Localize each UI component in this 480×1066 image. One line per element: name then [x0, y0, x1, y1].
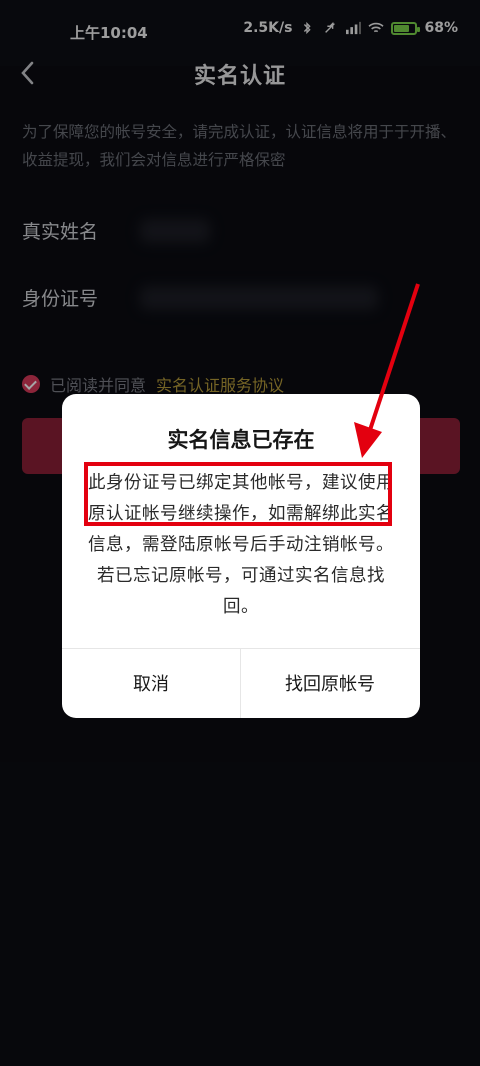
highlight-box: [84, 462, 392, 526]
recover-account-button[interactable]: 找回原帐号: [241, 648, 419, 718]
arrow-annotation-icon: [354, 283, 420, 458]
cancel-button[interactable]: 取消: [62, 648, 240, 718]
